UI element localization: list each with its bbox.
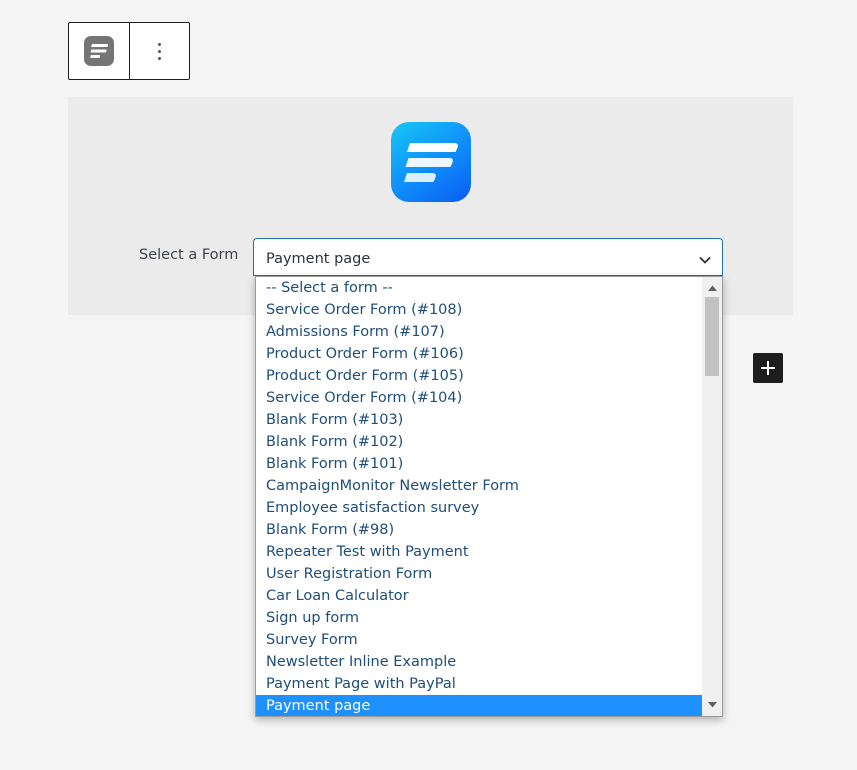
more-options-button[interactable] — [130, 23, 190, 79]
block-type-button[interactable] — [69, 23, 130, 79]
fluent-forms-logo-icon — [391, 122, 471, 202]
dropdown-option[interactable]: Service Order Form (#108) — [256, 299, 702, 321]
plus-icon — [761, 361, 775, 375]
dropdown-option[interactable]: Newsletter Inline Example — [256, 651, 702, 673]
dropdown-option[interactable]: Sign up form — [256, 607, 702, 629]
dropdown-option[interactable]: User Registration Form — [256, 563, 702, 585]
dropdown-scrollbar[interactable] — [702, 277, 722, 716]
dropdown-option[interactable]: Blank Form (#102) — [256, 431, 702, 453]
form-select-value: Payment page — [266, 251, 371, 267]
dropdown-option[interactable]: Blank Form (#101) — [256, 453, 702, 475]
dropdown-option[interactable]: -- Select a form -- — [256, 277, 702, 299]
scrollbar-thumb[interactable] — [705, 297, 719, 376]
dropdown-option[interactable]: Repeater Test with Payment — [256, 541, 702, 563]
dropdown-option[interactable]: Employee satisfaction survey — [256, 497, 702, 519]
select-form-label: Select a Form — [139, 247, 239, 263]
dropdown-option[interactable]: Service Order Form (#104) — [256, 387, 702, 409]
form-select[interactable]: Payment page — [253, 238, 723, 276]
option-list: -- Select a form -- Service Order Form (#… — [256, 277, 702, 716]
scroll-down-icon[interactable] — [702, 696, 722, 714]
more-vertical-icon — [157, 42, 161, 60]
dropdown-option[interactable]: Blank Form (#103) — [256, 409, 702, 431]
add-block-button[interactable] — [753, 353, 783, 383]
dropdown-option[interactable]: Survey Form — [256, 629, 702, 651]
dropdown-option[interactable]: Blank Form (#98) — [256, 519, 702, 541]
block-toolbar — [68, 22, 190, 80]
dropdown-option[interactable]: Product Order Form (#106) — [256, 343, 702, 365]
dropdown-option[interactable]: CampaignMonitor Newsletter Form — [256, 475, 702, 497]
form-select-dropdown: -- Select a form -- Service Order Form (#… — [255, 276, 723, 717]
dropdown-option[interactable]: Product Order Form (#105) — [256, 365, 702, 387]
dropdown-option-selected[interactable]: Payment page — [256, 695, 702, 716]
chevron-down-icon — [698, 251, 712, 270]
dropdown-option[interactable]: Car Loan Calculator — [256, 585, 702, 607]
dropdown-option[interactable]: Payment Page with PayPal — [256, 673, 702, 695]
scroll-up-icon[interactable] — [702, 279, 722, 297]
fluent-forms-icon — [83, 36, 114, 66]
dropdown-option[interactable]: Admissions Form (#107) — [256, 321, 702, 343]
